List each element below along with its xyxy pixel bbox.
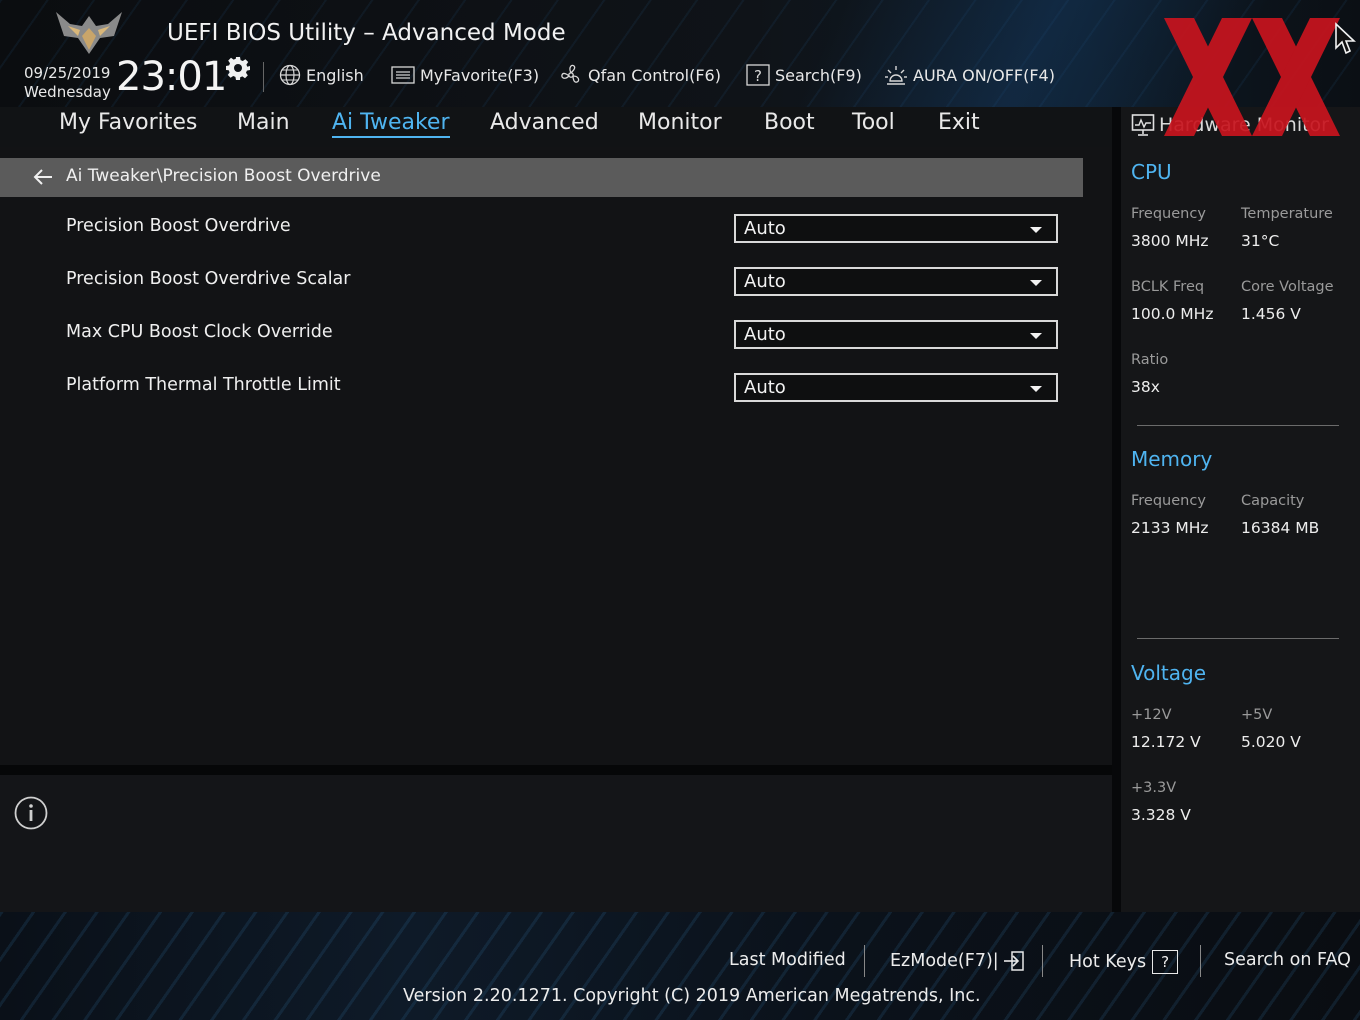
hot-keys-button[interactable]: Hot Keys ?: [1069, 950, 1179, 974]
hw-divider: [1137, 425, 1339, 426]
fan-icon: [561, 64, 580, 83]
help-info-panel: [0, 775, 1112, 912]
qfan-control-label: Qfan Control(F6): [588, 65, 721, 85]
pbo-scalar-select[interactable]: Auto: [734, 267, 1058, 296]
precision-boost-overdrive-select[interactable]: Auto: [734, 214, 1058, 243]
setting-label-platform-thermal-throttle: Platform Thermal Throttle Limit: [66, 375, 341, 395]
exit-arrow-icon: [1003, 951, 1024, 971]
tab-my-favorites[interactable]: My Favorites: [59, 110, 197, 135]
memory-frequency-label: Frequency: [1131, 493, 1206, 509]
my-favorite-label: MyFavorite(F3): [420, 65, 540, 85]
v12-value: 12.172 V: [1131, 733, 1201, 751]
search-button[interactable]: ? Search(F9): [746, 62, 862, 88]
cpu-heading: CPU: [1131, 160, 1172, 184]
chevron-down-icon: [1030, 333, 1042, 339]
panel-vertical-divider: [1112, 107, 1121, 912]
clock-time: 23:01: [116, 54, 227, 100]
core-voltage-label: Core Voltage: [1241, 279, 1334, 295]
gear-icon[interactable]: [226, 56, 250, 80]
mouse-cursor-icon: [1335, 22, 1356, 55]
select-value: Auto: [744, 271, 786, 292]
setting-label-max-cpu-boost-clock: Max CPU Boost Clock Override: [66, 322, 333, 342]
question-box-icon: ?: [746, 64, 770, 86]
platform-thermal-throttle-select[interactable]: Auto: [734, 373, 1058, 402]
tab-boot[interactable]: Boot: [764, 110, 815, 135]
app-title: UEFI BIOS Utility – Advanced Mode: [167, 20, 566, 46]
select-value: Auto: [744, 324, 786, 345]
tab-tool[interactable]: Tool: [852, 110, 895, 135]
weekday-text: Wednesday: [24, 83, 111, 101]
ratio-value: 38x: [1131, 378, 1160, 396]
header-separator: [263, 62, 264, 92]
memory-frequency-value: 2133 MHz: [1131, 519, 1209, 537]
footer-separator: [1200, 945, 1201, 977]
panel-divider: [0, 765, 1112, 775]
last-modified-label: Last Modified: [729, 950, 846, 970]
bclk-label: BCLK Freq: [1131, 279, 1205, 295]
tuf-logo: [56, 12, 122, 54]
xx-watermark-logo: [1164, 18, 1340, 136]
tab-monitor[interactable]: Monitor: [638, 110, 722, 135]
footer-separator: [864, 945, 865, 977]
v12-label: +12V: [1131, 707, 1172, 723]
memory-heading: Memory: [1131, 447, 1213, 471]
select-value: Auto: [744, 218, 786, 239]
info-icon: [14, 796, 48, 830]
core-voltage-value: 1.456 V: [1241, 305, 1301, 323]
chevron-down-icon: [1030, 386, 1042, 392]
memory-capacity-label: Capacity: [1241, 493, 1305, 509]
language-label: English: [306, 65, 364, 85]
date-display: 09/25/2019 Wednesday: [24, 64, 111, 102]
aura-label: AURA ON/OFF(F4): [913, 65, 1055, 85]
cpu-frequency-label: Frequency: [1131, 206, 1206, 222]
ezmode-label: EzMode(F7)|: [890, 951, 999, 971]
date-text: 09/25/2019: [24, 64, 111, 82]
last-modified-button[interactable]: Last Modified: [729, 950, 846, 970]
v33-label: +3.3V: [1131, 780, 1177, 796]
ezmode-button[interactable]: EzMode(F7)|: [890, 950, 1025, 972]
qfan-control-button[interactable]: Qfan Control(F6): [559, 62, 721, 88]
v5-label: +5V: [1241, 707, 1273, 723]
tab-main[interactable]: Main: [237, 110, 290, 135]
breadcrumb-path: Ai Tweaker\Precision Boost Overdrive: [66, 166, 381, 186]
search-faq-label: Search on FAQ: [1224, 950, 1351, 970]
ratio-label: Ratio: [1131, 352, 1169, 368]
voltage-heading: Voltage: [1131, 661, 1207, 685]
globe-icon: [279, 64, 301, 86]
v5-value: 5.020 V: [1241, 733, 1301, 751]
setting-label-pbo-scalar: Precision Boost Overdrive Scalar: [66, 269, 351, 289]
v33-value: 3.328 V: [1131, 806, 1191, 824]
tab-advanced[interactable]: Advanced: [490, 110, 599, 135]
memory-capacity-value: 16384 MB: [1241, 519, 1320, 537]
aura-light-icon: [885, 66, 907, 85]
question-box-icon: ?: [1152, 950, 1179, 974]
svg-text:?: ?: [754, 67, 762, 85]
cpu-temperature-label: Temperature: [1241, 206, 1333, 222]
aura-toggle-button[interactable]: AURA ON/OFF(F4): [884, 62, 1055, 88]
tab-ai-tweaker[interactable]: Ai Tweaker: [332, 110, 450, 138]
cpu-temperature-value: 31°C: [1241, 232, 1280, 250]
tab-exit[interactable]: Exit: [938, 110, 980, 135]
version-text: Version 2.20.1271. Copyright (C) 2019 Am…: [403, 986, 981, 1006]
hot-keys-label: Hot Keys: [1069, 952, 1147, 972]
chevron-down-icon: [1030, 227, 1042, 233]
chevron-down-icon: [1030, 280, 1042, 286]
monitor-icon: [1131, 114, 1155, 136]
footer-separator: [1042, 945, 1043, 977]
bclk-value: 100.0 MHz: [1131, 305, 1214, 323]
hw-divider: [1137, 638, 1339, 639]
setting-label-precision-boost-overdrive: Precision Boost Overdrive: [66, 216, 291, 236]
back-arrow-icon[interactable]: [32, 167, 54, 187]
max-cpu-boost-clock-select[interactable]: Auto: [734, 320, 1058, 349]
language-button[interactable]: English: [279, 62, 364, 88]
search-faq-button[interactable]: Search on FAQ: [1224, 950, 1351, 970]
my-favorite-button[interactable]: MyFavorite(F3): [391, 62, 539, 88]
cpu-frequency-value: 3800 MHz: [1131, 232, 1209, 250]
favorite-list-icon: [391, 66, 415, 84]
select-value: Auto: [744, 377, 786, 398]
search-label: Search(F9): [775, 65, 862, 85]
